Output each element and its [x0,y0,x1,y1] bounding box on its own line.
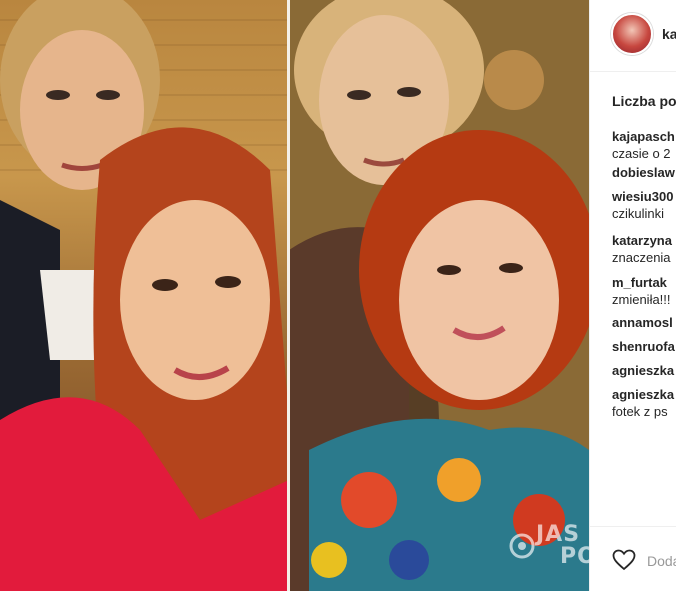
add-comment-input[interactable]: Dodaj [647,553,676,569]
comment-username[interactable]: agnieszka [612,386,676,403]
list-item: kajapasch czasie o 2 [612,128,676,164]
comment-username[interactable]: katarzyna [612,232,676,249]
comment-username[interactable]: agnieszka [612,362,676,379]
comments-list: kajapasch czasie o 2 dobieslaw wiesiu300… [612,128,676,422]
photo-right-panel [289,0,589,591]
photo-divider [287,0,290,591]
comment-username[interactable]: dobieslaw [612,164,676,181]
list-item: agnieszka [612,362,676,386]
post-username[interactable]: kaja [662,26,676,42]
list-item: annamosl [612,314,676,338]
list-item: dobieslaw [612,164,676,188]
comment-text: fotek z ps [612,404,668,419]
comment-text: czasie o 2 [612,146,671,161]
comment-text: zmieniła!!! [612,292,671,307]
list-item: m_furtak zmieniła!!! [612,274,676,314]
list-item: katarzyna znaczenia [612,232,676,274]
heart-icon[interactable] [612,549,636,571]
comment-username[interactable]: annamosl [612,314,676,331]
photo-left-panel [0,0,289,591]
comment-username[interactable]: m_furtak [612,274,676,291]
comment-username[interactable]: kajapasch [612,128,676,145]
post-sidebar: kaja Liczba po kajapasch czasie o 2 dobi… [589,0,676,591]
comment-text: znaczenia [612,250,671,265]
watermark: JAS PO [508,522,589,572]
comment-username[interactable]: wiesiu300 [612,188,676,205]
post-photo[interactable]: JAS PO [0,0,589,591]
list-item: shenruofa [612,338,676,362]
watermark-line2: PO [560,544,589,569]
list-item: wiesiu300 czikulinki [612,188,676,232]
watermark-logo-icon [508,532,536,566]
avatar[interactable] [611,13,653,55]
photo-left-art [0,0,289,591]
comment-username[interactable]: shenruofa [612,338,676,355]
photo-right-art [289,0,589,591]
post-footer: Dodaj [590,526,676,591]
post-header: kaja [590,0,676,72]
likes-count[interactable]: Liczba po [612,93,676,109]
comment-text: czikulinki [612,206,665,221]
list-item: agnieszka fotek z ps [612,386,676,422]
